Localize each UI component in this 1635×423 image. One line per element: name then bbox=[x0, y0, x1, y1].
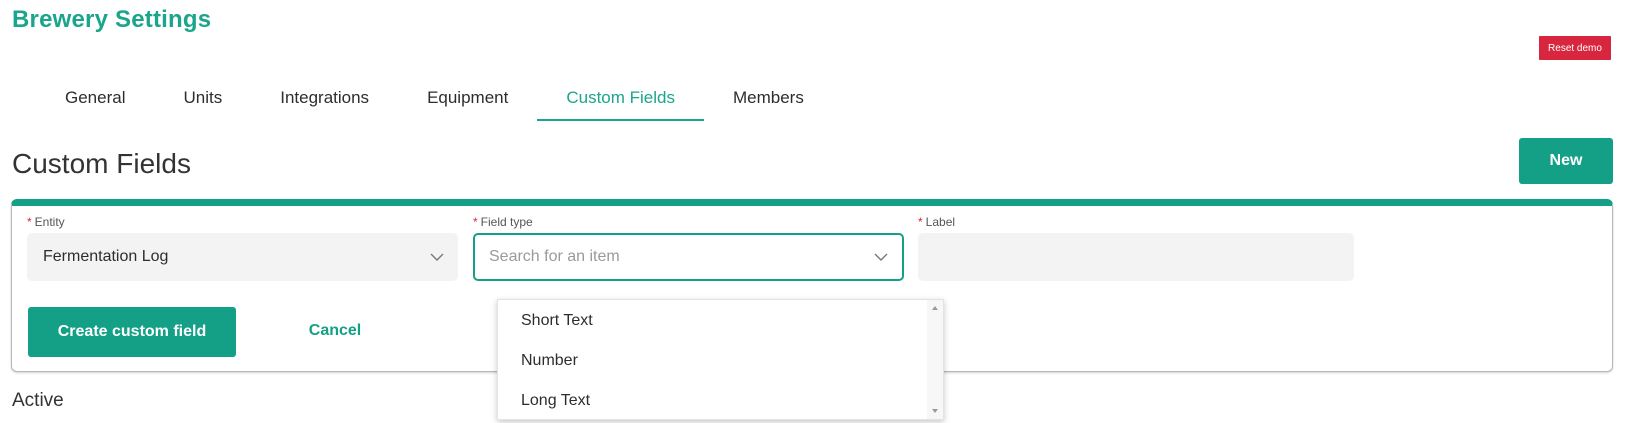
dropdown-option-short-text[interactable]: Short Text bbox=[498, 301, 928, 341]
tab-custom-fields[interactable]: Custom Fields bbox=[537, 76, 704, 121]
field-type-search-input[interactable] bbox=[489, 248, 869, 266]
scroll-up-icon[interactable] bbox=[932, 306, 938, 310]
required-marker: * bbox=[918, 215, 923, 229]
tab-equipment[interactable]: Equipment bbox=[398, 76, 537, 121]
entity-field-label: * Entity bbox=[27, 215, 65, 229]
active-heading: Active bbox=[12, 390, 64, 411]
tab-general[interactable]: General bbox=[36, 76, 154, 121]
dropdown-option-number[interactable]: Number bbox=[498, 341, 928, 381]
label-field-label: * Label bbox=[918, 215, 956, 229]
tab-members[interactable]: Members bbox=[704, 76, 833, 121]
new-button[interactable]: New bbox=[1519, 138, 1613, 184]
settings-tabs: General Units Integrations Equipment Cus… bbox=[36, 76, 833, 121]
cancel-button[interactable]: Cancel bbox=[275, 314, 395, 348]
field-type-dropdown: Short Text Number Long Text bbox=[497, 299, 944, 420]
reset-demo-button[interactable]: Reset demo bbox=[1539, 36, 1611, 60]
dropdown-option-long-text[interactable]: Long Text bbox=[498, 381, 928, 419]
required-marker: * bbox=[27, 215, 32, 229]
field-type-field-label: * Field type bbox=[473, 215, 533, 229]
dropdown-scrollbar[interactable] bbox=[927, 300, 943, 419]
label-input[interactable] bbox=[918, 233, 1354, 281]
tab-integrations[interactable]: Integrations bbox=[251, 76, 398, 121]
tab-units[interactable]: Units bbox=[154, 76, 251, 121]
entity-select[interactable]: Fermentation Log bbox=[27, 233, 458, 281]
app-title: Brewery Settings bbox=[12, 6, 212, 33]
section-title: Custom Fields bbox=[12, 148, 191, 179]
scroll-down-icon[interactable] bbox=[932, 409, 938, 413]
field-type-select[interactable] bbox=[473, 233, 904, 281]
required-marker: * bbox=[473, 215, 478, 229]
create-custom-field-button[interactable]: Create custom field bbox=[28, 307, 236, 357]
chevron-down-icon bbox=[430, 253, 444, 261]
entity-select-value: Fermentation Log bbox=[43, 248, 169, 265]
chevron-down-icon bbox=[874, 253, 888, 261]
